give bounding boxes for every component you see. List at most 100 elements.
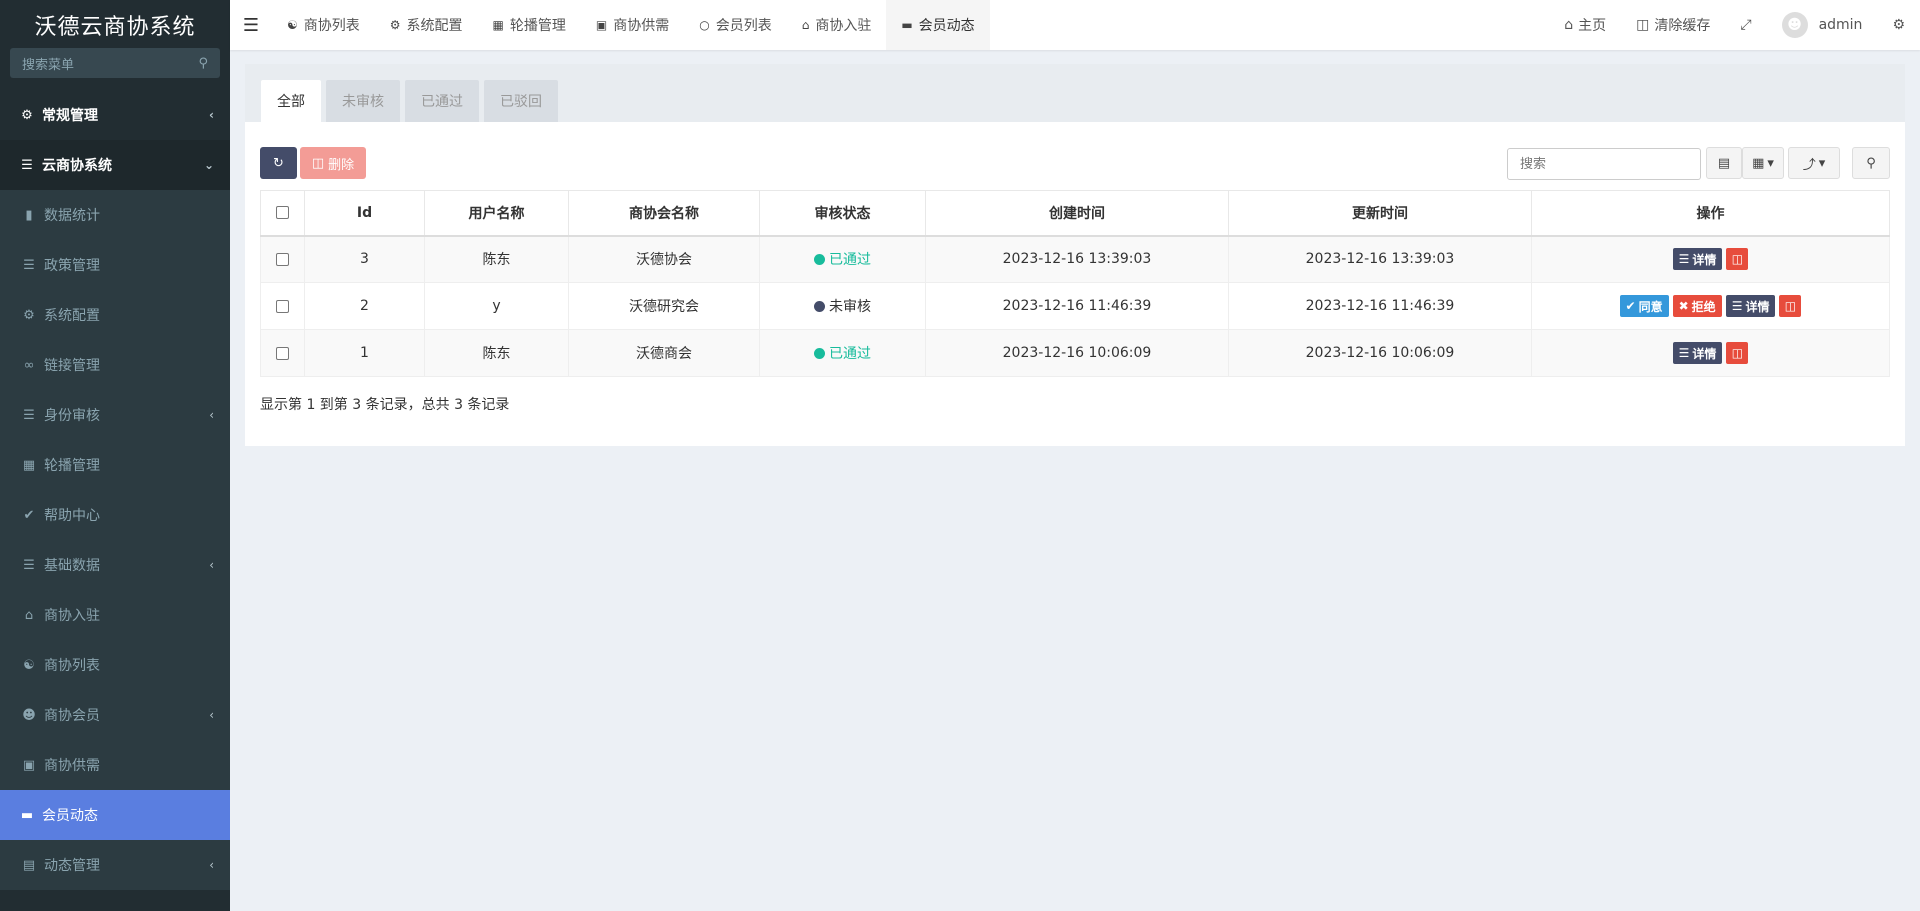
row-checkbox[interactable] [276, 299, 289, 313]
column-header-id[interactable]: Id [304, 190, 425, 237]
sidebar-item-carousel[interactable]: ▦ 轮播管理 [0, 440, 230, 490]
cell-org: 沃德协会 [568, 235, 760, 283]
refresh-button[interactable]: ↻ [260, 147, 297, 179]
sidebar-item-label: 商协供需 [44, 758, 100, 774]
agree-button[interactable]: ✔ 同意 [1619, 295, 1669, 317]
top-navbar: ☰ ☯ 商协列表 ⚙ 系统配置 ▦ 轮播管理 ▣ 商协供需 ○ 会员列表 ⌂ 商… [230, 0, 1920, 50]
clear-cache-button[interactable]: ◫ 清除缓存 [1621, 0, 1725, 50]
grid-icon: ▦ [22, 457, 36, 473]
clear-cache-label: 清除缓存 [1654, 18, 1711, 34]
detail-button[interactable]: ☰ 详情 [1725, 295, 1776, 317]
tab-label: 轮播管理 [509, 18, 566, 34]
table-row[interactable]: 1 陈东 沃德商会 已通过 2023-12-16 10:06:09 2023-1… [260, 329, 1890, 377]
bank-icon: ⌂ [801, 18, 810, 32]
column-header-status[interactable]: 审核状态 [759, 190, 926, 237]
select-all-checkbox[interactable] [276, 206, 289, 220]
tab-rejected[interactable]: 已驳回 [484, 80, 558, 122]
menu-search-placeholder: 搜索菜单 [22, 57, 75, 73]
sidebar-item-member-news[interactable]: ▬ 会员动态 [0, 790, 230, 840]
tab-pending[interactable]: 未审核 [326, 80, 400, 122]
sidebar-item-association-list[interactable]: ☯ 商协列表 [0, 640, 230, 690]
status-text: 已通过 [829, 252, 871, 269]
chevron-left-icon: ‹ [209, 408, 214, 422]
column-header-org[interactable]: 商协会名称 [568, 190, 760, 237]
columns-dropdown-button[interactable]: ▦ ▾ [1742, 147, 1784, 179]
delete-button[interactable]: ◫ 删除 [300, 147, 366, 179]
avatar: ☻ [1781, 12, 1808, 38]
cell-actions: ☰ 详情 ◫ [1531, 235, 1890, 283]
cell-actions: ✔ 同意 ✖ 拒绝 ☰ 详情 ◫ [1531, 282, 1890, 330]
tab-supply-demand[interactable]: ▣ 商协供需 [581, 0, 684, 50]
sidebar-item-links[interactable]: ∞ 链接管理 [0, 340, 230, 390]
newspaper-icon: ▤ [22, 857, 36, 873]
row-checkbox[interactable] [276, 252, 289, 266]
cell-updated: 2023-12-16 11:46:39 [1228, 282, 1532, 330]
sidebar-item-label: 商协列表 [44, 658, 100, 674]
menu-search-input[interactable]: 搜索菜单 ⚲ [10, 48, 220, 78]
table-row[interactable]: 2 y 沃德研究会 未审核 2023-12-16 11:46:39 2023-1… [260, 282, 1890, 330]
sidebar-item-system-config[interactable]: ⚙ 系统配置 [0, 290, 230, 340]
reject-button[interactable]: ✖ 拒绝 [1672, 295, 1722, 317]
tab-settle-in[interactable]: ⌂ 商协入驻 [787, 0, 887, 50]
column-header-username[interactable]: 用户名称 [424, 190, 569, 237]
column-header-updated[interactable]: 更新时间 [1228, 190, 1532, 237]
data-table: Id 用户名称 商协会名称 审核状态 创建时间 更新时间 操作 3 陈东 沃德协… [260, 190, 1890, 377]
caret-down-icon: ▾ [1767, 155, 1774, 171]
circle-icon: ○ [699, 18, 710, 32]
tab-member-list[interactable]: ○ 会员列表 [684, 0, 786, 50]
table-search-input[interactable] [1507, 148, 1701, 180]
trash-icon: ◫ [311, 155, 325, 171]
menu-toggle-icon[interactable]: ☰ [230, 0, 272, 50]
home-link[interactable]: ⌂ 主页 [1549, 0, 1621, 50]
tab-carousel[interactable]: ▦ 轮播管理 [478, 0, 581, 50]
tab-association-list[interactable]: ☯ 商协列表 [272, 0, 375, 50]
fullscreen-icon[interactable]: ⤢ [1725, 0, 1766, 50]
detail-button[interactable]: ☰ 详情 [1672, 342, 1723, 364]
gear-icon: ⚙ [389, 18, 401, 32]
app-logo[interactable]: 沃德云商协系统 [0, 0, 230, 50]
toggle-view-button[interactable]: ▤ [1706, 147, 1742, 179]
sidebar-item-members[interactable]: ☻ 商协会员 ‹ [0, 690, 230, 740]
status-badge: 已通过 [814, 343, 871, 363]
row-checkbox[interactable] [276, 346, 289, 360]
detail-button[interactable]: ☰ 详情 [1672, 248, 1723, 271]
status-dot-icon [814, 347, 825, 359]
tab-all[interactable]: 全部 [261, 80, 321, 122]
trash-icon: ◫ [1731, 346, 1744, 360]
sidebar-item-label: 商协入驻 [44, 608, 100, 624]
export-dropdown-button[interactable]: ⤴ ▾ [1788, 147, 1840, 179]
search-icon[interactable]: ⚲ [198, 56, 208, 71]
delete-label: 删除 [328, 157, 355, 173]
row-select-cell [260, 235, 305, 283]
sidebar-item-label: 帮助中心 [44, 508, 100, 524]
sidebar-item-cloud-system[interactable]: ☰ 云商协系统 ⌄ [0, 140, 230, 190]
column-header-actions: 操作 [1531, 190, 1890, 237]
sidebar-item-base-data[interactable]: ☰ 基础数据 ‹ [0, 540, 230, 590]
cell-updated: 2023-12-16 13:39:03 [1228, 235, 1532, 283]
tab-member-news[interactable]: ▬ 会员动态 [886, 0, 990, 50]
sidebar-item-supply-demand[interactable]: ▣ 商协供需 [0, 740, 230, 790]
sidebar-item-identity-review[interactable]: ☰ 身份审核 ‹ [0, 390, 230, 440]
reject-label: 拒绝 [1691, 299, 1716, 314]
sidebar-item-settle-in[interactable]: ⌂ 商协入驻 [0, 590, 230, 640]
settings-cogs-icon[interactable]: ⚙ [1877, 0, 1920, 50]
sidebar-item-statistics[interactable]: ▮ 数据统计 [0, 190, 230, 240]
tab-approved[interactable]: 已通过 [405, 80, 479, 122]
column-header-created[interactable]: 创建时间 [925, 190, 1229, 237]
columns-icon: ▦ [1752, 155, 1765, 171]
tab-system-config[interactable]: ⚙ 系统配置 [375, 0, 478, 50]
sidebar-item-news-management[interactable]: ▤ 动态管理 ‹ [0, 840, 230, 890]
status-dot-icon [814, 253, 825, 265]
row-delete-button[interactable]: ◫ [1726, 342, 1749, 364]
row-delete-button[interactable]: ◫ [1779, 295, 1802, 317]
sidebar-item-policy[interactable]: ☰ 政策管理 [0, 240, 230, 290]
row-delete-button[interactable]: ◫ [1726, 248, 1749, 271]
sidebar-item-help[interactable]: ✔ 帮助中心 [0, 490, 230, 540]
agree-label: 同意 [1638, 299, 1663, 314]
sidebar-item-general[interactable]: ⚙ 常规管理 ‹ [0, 90, 230, 140]
tab-label: 商协供需 [613, 18, 670, 34]
advanced-search-button[interactable]: ⚲ [1852, 147, 1890, 179]
table-row[interactable]: 3 陈东 沃德协会 已通过 2023-12-16 13:39:03 2023-1… [260, 235, 1890, 283]
user-menu[interactable]: ☻ admin [1767, 0, 1878, 50]
bar-chart-icon: ▮ [25, 207, 33, 223]
